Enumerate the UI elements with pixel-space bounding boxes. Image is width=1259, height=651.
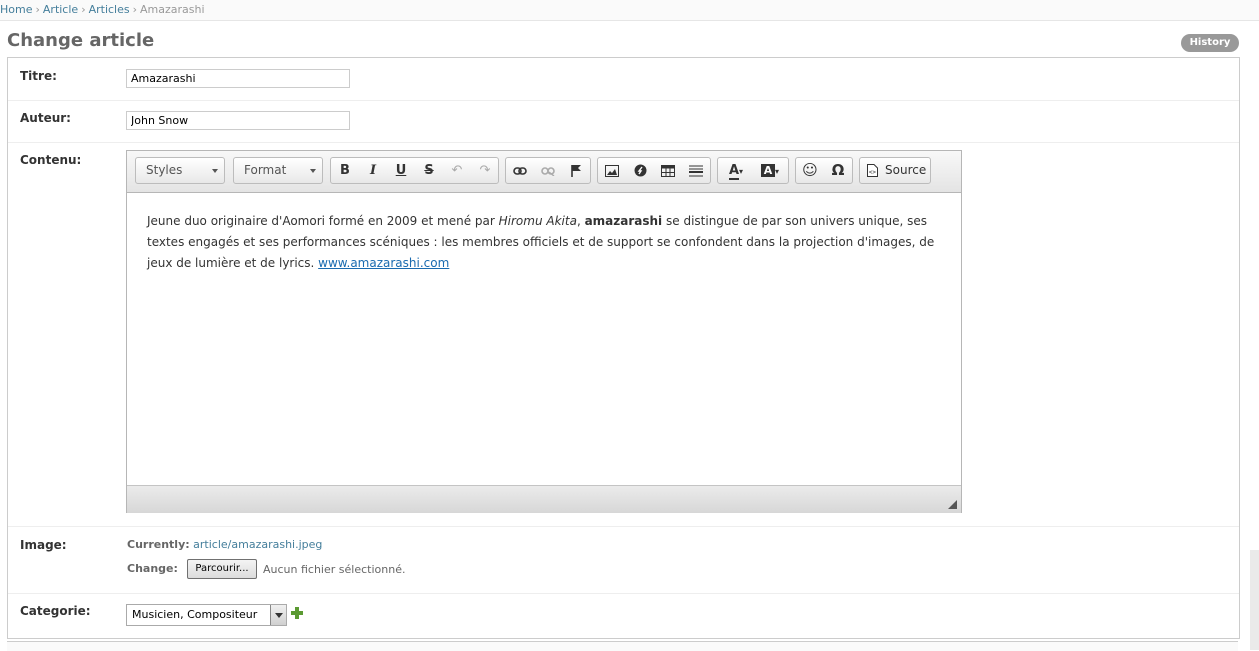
scrollbar[interactable] (1250, 550, 1259, 650)
breadcrumb-model-link[interactable]: Articles (89, 3, 130, 16)
link-icon[interactable] (508, 159, 532, 182)
change-form: Titre: Auteur: Contenu: Styles Format B … (7, 57, 1240, 639)
currently-label: Currently: (127, 538, 190, 551)
content-italic-text: Hiromu Akita (498, 214, 577, 228)
resize-handle-icon[interactable] (948, 500, 957, 509)
format-dropdown-label: Format (244, 163, 287, 177)
underline-icon[interactable]: U (389, 159, 413, 182)
breadcrumb-home-link[interactable]: Home (0, 3, 32, 16)
bold-icon[interactable]: B (333, 159, 357, 182)
categorie-selected-value: Musicien, Compositeur (132, 608, 258, 621)
breadcrumb-app-link[interactable]: Article (43, 3, 78, 16)
symbol-group: ☺ Ω (795, 157, 853, 184)
anchor-flag-icon[interactable] (564, 159, 588, 182)
page-title: Change article (7, 30, 155, 51)
editor-footer (127, 485, 961, 513)
background-color-icon[interactable]: A ▾ (754, 159, 786, 182)
chevron-down-icon (212, 169, 218, 173)
strikethrough-icon[interactable]: S (417, 159, 441, 182)
color-group: A▾ A ▾ (717, 157, 789, 184)
source-button[interactable]: <> Source (859, 157, 931, 184)
text-style-group: B I U S ↶ ↷ (330, 157, 499, 184)
unlink-icon[interactable] (536, 159, 560, 182)
contenu-label: Contenu: (20, 153, 82, 167)
history-button[interactable]: History (1181, 34, 1239, 52)
breadcrumb-separator: › (132, 3, 138, 16)
chevron-down-icon[interactable] (270, 605, 286, 625)
form-row-titre: Titre: (8, 58, 1239, 101)
auteur-input[interactable] (126, 111, 350, 130)
image-currently: Currently: article/amazarashi.jpeg (127, 538, 322, 551)
content-text: , (576, 214, 585, 228)
titre-label: Titre: (20, 69, 57, 83)
rich-text-editor: Styles Format B I U S ↶ ↷ A▾ A ▾ ☺ Ω <> … (126, 150, 962, 513)
breadcrumb-separator: › (81, 3, 86, 16)
form-row-auteur: Auteur: (8, 100, 1239, 143)
change-label: Change: (127, 562, 178, 575)
breadcrumb-current: Amazarashi (140, 3, 205, 16)
redo-icon[interactable]: ↷ (473, 159, 497, 182)
format-dropdown[interactable]: Format (233, 157, 323, 184)
smiley-icon[interactable]: ☺ (798, 159, 822, 182)
editor-content[interactable]: Jeune duo originaire d'Aomori formé en 2… (147, 211, 947, 274)
content-link[interactable]: www.amazarashi.com (318, 256, 449, 270)
add-plus-icon[interactable] (291, 607, 303, 619)
breadcrumb: Home › Article › Articles › Amazarashi (0, 0, 1259, 21)
breadcrumb-separator: › (35, 3, 40, 16)
insert-group (597, 157, 711, 184)
chevron-down-icon (310, 169, 316, 173)
current-file-link[interactable]: article/amazarashi.jpeg (193, 538, 322, 551)
source-icon: <> (862, 159, 882, 182)
content-bold-text: amazarashi (584, 214, 663, 228)
horizontal-rule-icon[interactable] (684, 159, 708, 182)
image-label: Image: (20, 538, 67, 552)
table-icon[interactable] (656, 159, 680, 182)
titre-input[interactable] (126, 69, 350, 88)
no-file-status: Aucun fichier sélectionné. (263, 563, 406, 576)
content-text: Jeune duo originaire d'Aomori formé en 2… (147, 214, 499, 228)
italic-icon[interactable]: I (361, 159, 385, 182)
categorie-label: Categorie: (20, 604, 91, 618)
categorie-select[interactable]: Musicien, Compositeur (126, 604, 287, 626)
image-icon[interactable] (600, 159, 624, 182)
flash-icon[interactable] (628, 159, 652, 182)
styles-dropdown[interactable]: Styles (135, 157, 225, 184)
text-color-icon[interactable]: A▾ (720, 159, 752, 182)
undo-icon[interactable]: ↶ (445, 159, 469, 182)
source-label: Source (885, 163, 927, 177)
image-change: Change: (127, 562, 178, 575)
editor-toolbar: Styles Format B I U S ↶ ↷ A▾ A ▾ ☺ Ω <> … (127, 151, 961, 193)
browse-file-button[interactable]: Parcourir... (187, 559, 257, 579)
link-group (505, 157, 591, 184)
svg-text:<>: <> (868, 169, 876, 176)
auteur-label: Auteur: (20, 111, 71, 125)
styles-dropdown-label: Styles (146, 163, 183, 177)
special-char-icon[interactable]: Ω (826, 159, 850, 182)
